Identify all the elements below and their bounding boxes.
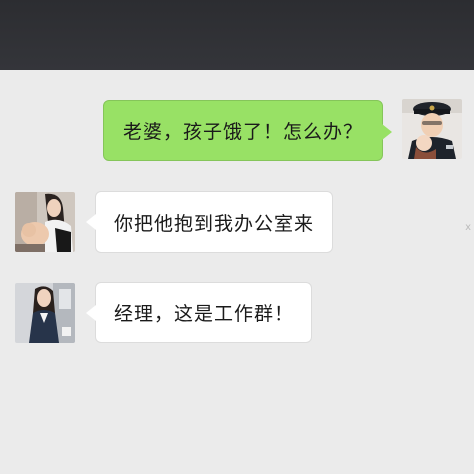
chat-area[interactable]: 老婆，孩子饿了！怎么办？ 你把他抱到我办公室来 经理，这是工作群！ [0, 70, 474, 474]
message-bubble[interactable]: 老婆，孩子饿了！怎么办？ [103, 100, 392, 161]
message-bubble[interactable]: 你把他抱到我办公室来 [86, 191, 333, 253]
office-woman-avatar-icon [15, 283, 75, 343]
message-bubble[interactable]: 经理，这是工作群！ [86, 282, 312, 343]
woman-holding-baby-avatar[interactable] [15, 192, 75, 252]
title-bar [0, 0, 474, 70]
message-text: 你把他抱到我办公室来 [114, 212, 315, 235]
message-text: 老婆，孩子饿了！怎么办？ [122, 121, 363, 143]
police-man-holding-baby-avatar-icon [402, 99, 462, 159]
police-man-holding-baby-avatar[interactable] [402, 99, 462, 159]
office-woman-avatar[interactable] [15, 283, 75, 343]
corner-mark: x [465, 222, 471, 233]
woman-holding-baby-avatar-icon [15, 192, 75, 252]
message-text: 经理，这是工作群！ [114, 303, 295, 325]
